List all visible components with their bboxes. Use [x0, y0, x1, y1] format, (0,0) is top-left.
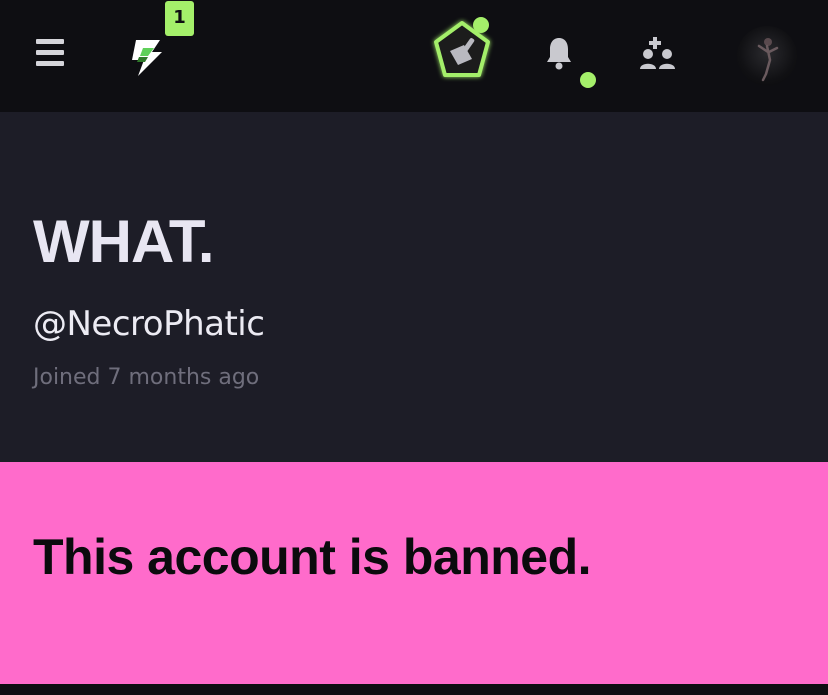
profile-joined-date: Joined 7 months ago: [33, 365, 260, 390]
hamburger-menu-icon[interactable]: [36, 39, 64, 67]
pentagon-status-dot: [473, 17, 489, 33]
user-avatar[interactable]: [737, 26, 797, 86]
profile-display-name: WHAT.: [33, 208, 215, 275]
banned-account-banner: This account is banned.: [0, 462, 828, 684]
notification-count-badge: 1: [165, 1, 194, 36]
avatar-figure-icon: [757, 38, 779, 82]
banned-message: This account is banned.: [33, 529, 592, 585]
profile-handle: @NecroPhatic: [33, 304, 265, 344]
bottom-divider: [0, 684, 828, 695]
bell-notification-dot: [580, 72, 596, 88]
profile-header: WHAT. @NecroPhatic Joined 7 months ago: [0, 112, 828, 462]
top-navigation-bar: 1: [0, 0, 828, 112]
bell-icon[interactable]: [545, 36, 573, 70]
lightning-bolt-icon[interactable]: [126, 38, 166, 78]
add-people-icon[interactable]: [640, 36, 676, 70]
